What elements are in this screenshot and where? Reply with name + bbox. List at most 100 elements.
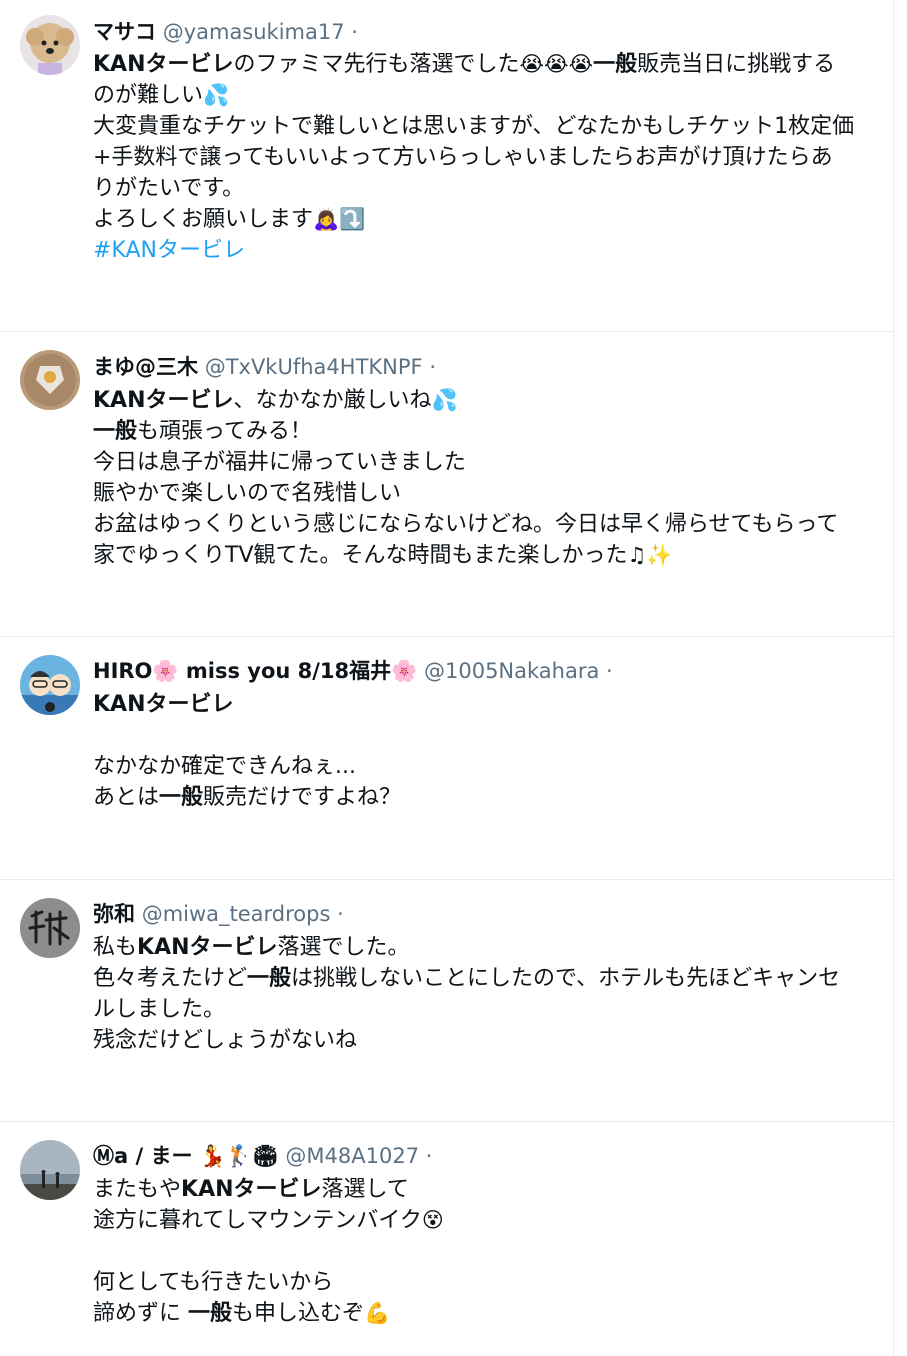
avatar[interactable]: [20, 898, 80, 958]
tweet-text-line: りがたいです。: [93, 173, 873, 204]
user-handle[interactable]: @1005Nakahara: [424, 659, 599, 683]
tweet[interactable]: 弥和 @miwa_teardrops · 私もKANタービレ落選でした。 色々考え…: [0, 880, 894, 1122]
tweet-header: マサコ @yamasukima17 ·: [93, 17, 358, 47]
highlighted-keyword: KANタービレ: [93, 388, 234, 413]
text-segment: 落選でした。: [277, 935, 410, 960]
tweet-text-line: KANタービレ、なかなか厳しいね💦: [93, 385, 873, 416]
highlighted-keyword: 一般: [188, 1301, 233, 1326]
text-segment: のファミマ先行も落選でした: [233, 52, 520, 77]
tweet-text-line: 賑やかで楽しいので名残惜しい: [93, 478, 873, 509]
tweet-text-line: KANタービレ: [93, 689, 873, 720]
text-segment: 残念だけどしょうがないね: [93, 1028, 358, 1053]
text-segment: ルしました。: [93, 997, 226, 1022]
highlighted-keyword: KANタービレ: [137, 935, 278, 960]
text-segment: 何としても行きたいから: [93, 1270, 334, 1295]
user-name[interactable]: まゆ@三木: [93, 355, 198, 379]
avatar[interactable]: [20, 15, 80, 75]
tweet-text-line: 今日は息子が福井に帰っていきました: [93, 447, 873, 478]
user-name[interactable]: HIRO🌸 miss you 8/18福井🌸: [93, 659, 417, 683]
tweet-text: 私もKANタービレ落選でした。 色々考えたけど一般は挑戦しないことにしたので、ホテ…: [93, 932, 873, 1056]
text-segment: なかなか確定できんねぇ...: [93, 754, 356, 779]
emoji-icon: 💦: [431, 388, 458, 412]
separator-dot: ·: [429, 355, 436, 379]
tweet-text-line: あとは一般販売だけですよね？: [93, 782, 873, 813]
emoji-icon: 😭😭😭: [519, 52, 594, 76]
tweet-header: 弥和 @miwa_teardrops ·: [93, 899, 344, 929]
text-segment: +手数料で譲ってもいいよって方いらっしゃいましたらお声がけ頂けたらあ: [93, 145, 833, 170]
text-segment: のが難しい: [93, 83, 204, 108]
tweet-text-line: 何としても行きたいから: [93, 1267, 873, 1298]
emoji-icon: 💦: [203, 83, 230, 107]
user-name[interactable]: Ⓜa / まー 💃🏌🏟: [93, 1144, 279, 1168]
tweet-text-line: 一般も頑張ってみる！: [93, 416, 873, 447]
tweet-text-line: 家でゆっくりTV観てた。そんな時間もまた楽しかった♫✨: [93, 540, 873, 571]
emoji-icon: 😵: [421, 1208, 444, 1232]
tweet-text-line: KANタービレのファミマ先行も落選でした😭😭😭一般販売当日に挑戦する: [93, 49, 873, 80]
hashtag-link[interactable]: #KANタービレ: [93, 238, 245, 263]
user-handle[interactable]: @TxVkUfha4HTKNPF: [205, 355, 423, 379]
highlighted-keyword: 一般: [93, 419, 138, 444]
separator-dot: ·: [425, 1144, 433, 1168]
user-name[interactable]: マサコ: [93, 20, 156, 44]
text-segment: あとは: [93, 785, 160, 810]
tweet-text-line: +手数料で譲ってもいいよって方いらっしゃいましたらお声がけ頂けたらあ: [93, 142, 873, 173]
tweet[interactable]: まゆ@三木 @TxVkUfha4HTKNPF · KANタービレ、なかなか厳しい…: [0, 332, 894, 637]
text-segment: 、なかなか厳しいね: [233, 388, 432, 413]
tweet-header: HIRO🌸 miss you 8/18福井🌸 @1005Nakahara ·: [93, 656, 613, 686]
tweet[interactable]: Ⓜa / まー 💃🏌🏟 @M48A1027 · またもやKANタービレ落選して途…: [0, 1122, 894, 1356]
text-segment: は挑戦しないことにしたので、ホテルも先ほどキャンセ: [291, 966, 841, 991]
user-handle[interactable]: @M48A1027: [285, 1144, 419, 1168]
tweet-header: Ⓜa / まー 💃🏌🏟 @M48A1027 ·: [93, 1141, 432, 1171]
tweet-text-line: よろしくお願いします🙇‍♀️⤵️: [93, 204, 873, 235]
tweet-feed: マサコ @yamasukima17 · KANタービレのファミマ先行も落選でした…: [0, 0, 894, 1356]
highlighted-keyword: 一般: [247, 966, 292, 991]
text-segment: 色々考えたけど: [93, 966, 248, 991]
tweet-text-line: 私もKANタービレ落選でした。: [93, 932, 873, 963]
avatar[interactable]: [20, 655, 80, 715]
text-segment: お盆はゆっくりという感じにならないけどね。今日は早く帰らせてもらって: [93, 512, 839, 537]
text-segment: 賑やかで楽しいので名残惜しい: [93, 481, 402, 506]
text-segment: 私も: [93, 935, 138, 960]
tweet-text-line: 色々考えたけど一般は挑戦しないことにしたので、ホテルも先ほどキャンセ: [93, 963, 873, 994]
text-segment: 家でゆっくりTV観てた。そんな時間もまた楽しかった: [93, 543, 628, 568]
emoji-icon: 🙇‍♀️⤵️: [313, 207, 366, 231]
highlighted-keyword: KANタービレ: [93, 692, 234, 717]
avatar[interactable]: [20, 350, 80, 410]
separator-dot: ·: [351, 20, 358, 44]
text-segment: りがたいです。: [93, 176, 245, 201]
text-segment: 途方に暮れてしマウンテンバイク: [93, 1208, 422, 1233]
tweet[interactable]: マサコ @yamasukima17 · KANタービレのファミマ先行も落選でした…: [0, 0, 894, 332]
tweet-text-line: 残念だけどしょうがないね: [93, 1025, 873, 1056]
highlighted-keyword: KANタービレ: [93, 52, 234, 77]
user-name[interactable]: 弥和: [93, 902, 135, 926]
tweet-text-line: なかなか確定できんねぇ...: [93, 751, 873, 782]
tweet-text-line: 大変貴重なチケットで難しいとは思いますが、どなたかもしチケット1枚定価: [93, 111, 873, 142]
tweet-text-line: のが難しい💦: [93, 80, 873, 111]
tweet-text-line: 途方に暮れてしマウンテンバイク😵: [93, 1205, 873, 1236]
user-handle[interactable]: @yamasukima17: [163, 20, 345, 44]
tweet-text: KANタービレ、なかなか厳しいね💦 一般も頑張ってみる！ 今日は息子が福井に帰ってい…: [93, 385, 873, 571]
highlighted-keyword: 一般: [159, 785, 204, 810]
text-segment: またもや: [93, 1177, 182, 1202]
highlighted-keyword: 一般: [593, 52, 638, 77]
separator-dot: ·: [606, 659, 613, 683]
tweet-text: KANタービレのファミマ先行も落選でした😭😭😭一般販売当日に挑戦する のが難しい💦…: [93, 49, 873, 266]
tweet-text-line: #KANタービレ: [93, 235, 873, 266]
avatar[interactable]: [20, 1140, 80, 1200]
tweet-text-line: ルしました。: [93, 994, 873, 1025]
text-segment: 落選して: [321, 1177, 409, 1202]
tweet[interactable]: HIRO🌸 miss you 8/18福井🌸 @1005Nakahara · K…: [0, 637, 894, 880]
tweet-text-line: またもやKANタービレ落選して: [93, 1174, 873, 1205]
text-segment: 諦めずに: [93, 1301, 188, 1326]
text-segment: 大変貴重なチケットで難しいとは思いますが、どなたかもしチケット1枚定価: [93, 114, 855, 139]
text-segment: も申し込むぞ: [232, 1301, 365, 1326]
text-segment: 今日は息子が福井に帰っていきました: [93, 450, 466, 475]
emoji-icon: ♫✨: [627, 543, 673, 567]
separator-dot: ·: [337, 902, 344, 926]
tweet-text: またもやKANタービレ落選して 途方に暮れてしマウンテンバイク😵 何としても行きたい…: [93, 1174, 873, 1329]
highlighted-keyword: KANタービレ: [181, 1177, 322, 1202]
tweet-text: KANタービレなかなか確定できんねぇ... あとは一般販売だけですよね？: [93, 689, 873, 813]
user-handle[interactable]: @miwa_teardrops: [142, 902, 331, 926]
